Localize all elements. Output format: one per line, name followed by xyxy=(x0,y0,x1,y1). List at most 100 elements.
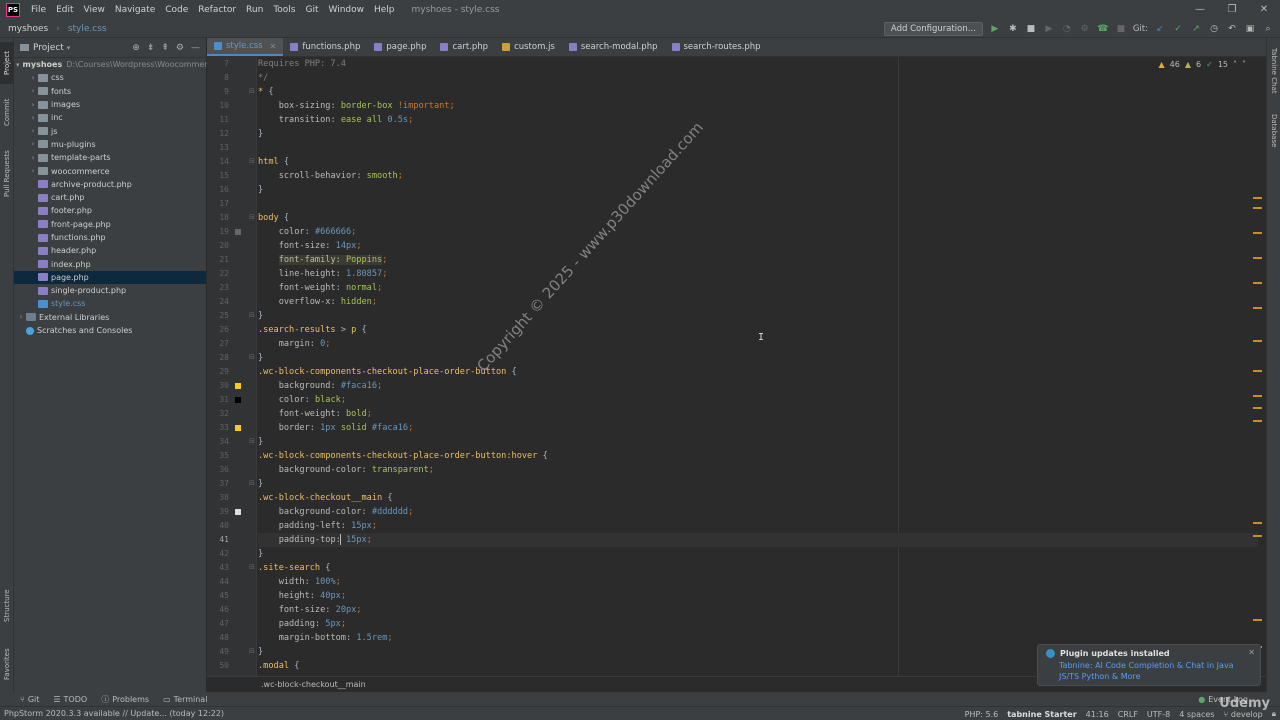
fold-icon[interactable]: ⊟ xyxy=(249,157,255,165)
fold-icon[interactable]: ⊟ xyxy=(249,563,255,571)
restore-icon[interactable]: ❐ xyxy=(1216,0,1248,20)
chevron-up-icon[interactable]: ˄ xyxy=(1233,60,1237,69)
coverage-icon[interactable]: ▶ xyxy=(1043,23,1055,35)
tree-item-template-parts[interactable]: › template-parts xyxy=(14,151,206,164)
tree-item-functions-php[interactable]: functions.php xyxy=(14,231,206,244)
status-indent[interactable]: 4 spaces xyxy=(1179,710,1214,719)
tool-tab-structure[interactable]: Structure xyxy=(0,584,14,628)
editor-gutter[interactable]: 7 8 9 10 11 12 13 14 15 16 17 18 19 20 21 22 23 24 25 26 27 2… xyxy=(207,57,257,676)
tree-item-mu-plugins[interactable]: › mu-plugins xyxy=(14,138,206,151)
fold-icon[interactable]: ⊟ xyxy=(249,353,255,361)
menu-help[interactable]: Help xyxy=(369,5,400,15)
chevron-down-icon[interactable]: ▾ xyxy=(16,61,20,69)
tool-tab-database[interactable]: Database xyxy=(1267,108,1280,154)
fold-icon[interactable]: ⊟ xyxy=(249,213,255,221)
tab-search-routes-php[interactable]: search-routes.php xyxy=(665,38,768,56)
chevron-right-icon[interactable]: › xyxy=(28,127,38,135)
stop-icon[interactable]: ■ xyxy=(1025,23,1037,35)
chevron-down-icon[interactable]: ˅ xyxy=(1242,60,1246,69)
collapse-all-icon[interactable]: ⇞ xyxy=(161,43,169,53)
fold-icon[interactable]: ⊟ xyxy=(249,311,255,319)
status-php-version[interactable]: PHP: 5.6 xyxy=(965,710,999,719)
tree-item-footer-php[interactable]: footer.php xyxy=(14,204,206,217)
status-line-separator[interactable]: CRLF xyxy=(1118,710,1138,719)
tree-item-js[interactable]: › js xyxy=(14,124,206,137)
fold-icon[interactable]: ⊟ xyxy=(249,437,255,445)
color-swatch-666666[interactable] xyxy=(235,229,241,235)
tree-item-style-css[interactable]: style.css xyxy=(14,297,206,310)
menu-navigate[interactable]: Navigate xyxy=(110,5,160,15)
tool-window-problems[interactable]: ⓘ Problems xyxy=(101,694,149,705)
tree-item-page-php[interactable]: page.php xyxy=(14,270,206,285)
status-message[interactable]: PhpStorm 2020.3.3 available // Update...… xyxy=(4,709,224,718)
error-stripe-mark[interactable] xyxy=(1253,420,1262,422)
error-stripe-mark[interactable] xyxy=(1253,197,1262,199)
close-tab-icon[interactable]: ✕ xyxy=(270,42,277,51)
menu-tools[interactable]: Tools xyxy=(268,5,300,15)
error-stripe-mark[interactable] xyxy=(1253,619,1262,621)
locate-file-icon[interactable]: ⊕ xyxy=(132,43,140,53)
close-window-icon[interactable]: ✕ xyxy=(1248,0,1280,20)
git-commit-icon[interactable]: ✓ xyxy=(1172,23,1184,35)
hide-panel-icon[interactable]: — xyxy=(191,43,200,53)
code-editor[interactable]: 7 8 9 10 11 12 13 14 15 16 17 18 19 20 21 22 23 24 25 26 27 2… xyxy=(207,57,1266,676)
inspection-widget[interactable]: ▲ 46 ▲ 6 ✓ 15 ˄ ˅ xyxy=(1159,60,1246,69)
chevron-right-icon[interactable]: › xyxy=(28,167,38,175)
close-icon[interactable]: ✕ xyxy=(1248,648,1255,657)
menu-code[interactable]: Code xyxy=(160,5,193,15)
tree-item-front-page-php[interactable]: front-page.php xyxy=(14,218,206,231)
tab-page-php[interactable]: page.php xyxy=(367,38,433,56)
build-icon[interactable]: ⚙ xyxy=(1079,23,1091,35)
debug-icon[interactable]: ✱ xyxy=(1007,23,1019,35)
expand-all-icon[interactable]: ⇟ xyxy=(147,43,155,53)
menu-git[interactable]: Git xyxy=(300,5,323,15)
tool-window-git[interactable]: ⑂ Git xyxy=(20,695,39,704)
tool-tab-project[interactable]: Project xyxy=(0,42,14,84)
error-stripe-mark[interactable] xyxy=(1253,535,1262,537)
nav-file[interactable]: style.css xyxy=(60,24,115,34)
tree-scratches[interactable]: Scratches and Consoles xyxy=(14,324,206,337)
tab-style-css[interactable]: style.css ✕ xyxy=(207,38,284,56)
chevron-right-icon[interactable]: › xyxy=(28,154,38,162)
tree-external-libraries[interactable]: › External Libraries xyxy=(14,311,206,324)
color-swatch-faca16[interactable] xyxy=(235,425,241,431)
fold-icon[interactable]: ⊟ xyxy=(249,647,255,655)
menu-view[interactable]: View xyxy=(79,5,110,15)
menu-edit[interactable]: Edit xyxy=(51,5,78,15)
chevron-right-icon[interactable]: › xyxy=(28,74,38,82)
menu-refactor[interactable]: Refactor xyxy=(193,5,241,15)
git-history-icon[interactable]: ◷ xyxy=(1208,23,1220,35)
error-stripe-mark[interactable] xyxy=(1253,370,1262,372)
error-stripe-mark[interactable] xyxy=(1253,522,1262,524)
chevron-down-icon[interactable]: ▾ xyxy=(67,44,71,52)
tree-item-index-php[interactable]: index.php xyxy=(14,257,206,270)
git-update-icon[interactable]: ↙ xyxy=(1154,23,1166,35)
tree-item-inc[interactable]: › inc xyxy=(14,111,206,124)
notification-link-line1[interactable]: Tabnine: AI Code Completion & Chat in Ja… xyxy=(1059,661,1234,670)
menu-window[interactable]: Window xyxy=(324,5,370,15)
tree-item-images[interactable]: › images xyxy=(14,98,206,111)
tool-window-terminal[interactable]: ▭ Terminal xyxy=(163,695,207,704)
chevron-right-icon[interactable]: › xyxy=(28,87,38,95)
profile-icon[interactable]: ◔ xyxy=(1061,23,1073,35)
status-tabnine[interactable]: tabnine Starter xyxy=(1007,710,1076,719)
tree-item-fonts[interactable]: › fonts xyxy=(14,85,206,98)
error-stripe-mark[interactable] xyxy=(1253,395,1262,397)
color-swatch-faca16[interactable] xyxy=(235,383,241,389)
tree-item-woocommerce[interactable]: › woocommerce xyxy=(14,164,206,177)
chevron-right-icon[interactable]: › xyxy=(28,140,38,148)
search-everywhere-icon[interactable]: ⌕ xyxy=(1262,23,1274,35)
chevron-right-icon[interactable]: › xyxy=(16,313,26,321)
gear-icon[interactable]: ⚙ xyxy=(176,43,184,53)
lock-icon[interactable]: 🔒︎ xyxy=(1272,709,1276,719)
tool-window-todo[interactable]: ☰ TODO xyxy=(53,695,87,704)
tree-item-archive-product-php[interactable]: archive-product.php xyxy=(14,178,206,191)
tab-custom-js[interactable]: custom.js xyxy=(495,38,562,56)
git-push-icon[interactable]: ↗ xyxy=(1190,23,1202,35)
error-stripe-mark[interactable] xyxy=(1253,282,1262,284)
tab-cart-php[interactable]: cart.php xyxy=(433,38,495,56)
add-configuration-button[interactable]: Add Configuration... xyxy=(883,22,983,36)
tool-tab-pull-requests[interactable]: Pull Requests xyxy=(0,144,14,204)
chevron-right-icon[interactable]: › xyxy=(28,114,38,122)
nav-project[interactable]: myshoes xyxy=(0,24,56,34)
